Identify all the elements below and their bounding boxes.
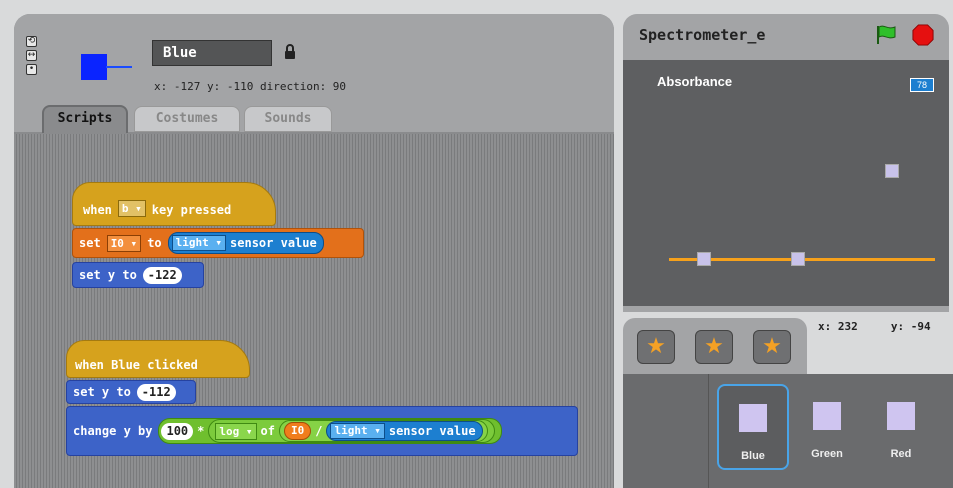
- variable-dropdown[interactable]: I0 ▾: [106, 234, 142, 252]
- multiply-symbol: *: [197, 424, 205, 438]
- lock-icon[interactable]: [284, 44, 296, 60]
- key-dropdown-value: b: [121, 202, 129, 215]
- function-dropdown-value: log: [219, 424, 240, 438]
- sprite-position-readout: x: -127 y: -110 direction: 90: [154, 80, 347, 93]
- divide-operator[interactable]: I0 / light ▾ sensor value: [278, 420, 488, 442]
- hat-key-pressed-label: key pressed: [151, 203, 232, 217]
- function-dropdown[interactable]: log ▾: [215, 422, 257, 440]
- sprite-label-blue: Blue: [741, 450, 765, 462]
- variable-dropdown-value: I0: [110, 236, 124, 250]
- to-label: to: [147, 236, 162, 250]
- new-sprite-toolbar: ★ ★ ★: [623, 318, 807, 374]
- divide-symbol: /: [315, 424, 323, 438]
- change-y-label: change y by: [73, 424, 153, 438]
- sprite-item-blue[interactable]: Blue: [717, 384, 789, 470]
- sensor-dropdown-2[interactable]: light ▾: [330, 423, 385, 439]
- stage-sprite-green[interactable]: [791, 252, 805, 266]
- set-label: set: [79, 236, 101, 250]
- tab-scripts[interactable]: Scripts: [42, 105, 128, 133]
- multiplier-input[interactable]: 100: [161, 422, 194, 440]
- dont-rotate-icon[interactable]: •: [26, 64, 37, 75]
- mouse-x: x: 232: [818, 320, 858, 333]
- sensor-value-label: sensor value: [230, 236, 317, 250]
- paint-new-sprite-icon[interactable]: ★: [637, 330, 675, 364]
- sprite-label-green: Green: [811, 448, 843, 460]
- set-y-value-input[interactable]: -122: [142, 266, 182, 284]
- stage-canvas[interactable]: Absorbance 78: [623, 60, 949, 306]
- sprite-info-header: ⟲ ↔ • Blue x: -127 y: -110 direction: 90…: [14, 14, 614, 133]
- log-function-operator[interactable]: log ▾ of I0 / light ▾ sensor value: [208, 419, 495, 443]
- sensor-value-reporter[interactable]: light ▾ sensor value: [167, 232, 324, 254]
- stage-thumbnail-area[interactable]: [623, 374, 709, 488]
- stop-icon[interactable]: [911, 24, 935, 46]
- sprite-label-red: Red: [890, 448, 912, 460]
- choose-sprite-icon[interactable]: ★: [695, 330, 733, 364]
- stage-sprite-blue[interactable]: [885, 164, 899, 178]
- sprite-editor-panel: ⟲ ↔ • Blue x: -127 y: -110 direction: 90…: [14, 14, 614, 488]
- sprite-direction-indicator[interactable]: [106, 66, 132, 68]
- project-title: Spectrometer_e: [639, 26, 766, 44]
- sprite-item-red[interactable]: Red: [865, 384, 937, 470]
- sprite-thumbnail: [81, 54, 107, 80]
- sprite-thumbnail-green: [813, 402, 841, 430]
- green-flag-icon[interactable]: [875, 24, 899, 46]
- flip-left-right-icon[interactable]: ↔: [26, 50, 37, 61]
- mouse-y: y: -94: [890, 320, 931, 333]
- sensor-dropdown-value: light: [175, 236, 209, 249]
- sprite-thumbnail-blue: [739, 404, 767, 432]
- set-y-label: set y to: [79, 268, 137, 282]
- stage-panel: Spectrometer_e Absorbance 78: [623, 14, 949, 312]
- tab-sounds[interactable]: Sounds: [244, 106, 332, 132]
- i0-variable-reporter[interactable]: I0: [283, 422, 312, 440]
- tab-costumes[interactable]: Costumes: [134, 106, 240, 132]
- set-y-block[interactable]: set y to -122: [72, 262, 204, 288]
- hat-when-clicked-label: when Blue clicked: [75, 358, 198, 372]
- sensor-dropdown-value-2: light: [334, 424, 368, 437]
- hat-when-label: when: [83, 203, 112, 217]
- sprite-name-field[interactable]: Blue: [152, 40, 272, 66]
- scripts-area[interactable]: when b ▾ key pressed set I0 ▾ to light ▾…: [14, 134, 614, 488]
- change-y-block[interactable]: change y by 100 * log ▾ of I0 / light ▾ …: [66, 406, 578, 456]
- sensor-value-label-2: sensor value: [388, 424, 476, 438]
- multiply-operator[interactable]: 100 * log ▾ of I0 / light ▾ sensor value: [158, 418, 502, 444]
- sprite-list: Blue Green Red: [623, 374, 953, 488]
- mouse-position-readout: x: 232 y: -94: [818, 320, 931, 333]
- set-y-value-input-2[interactable]: -112: [136, 383, 176, 401]
- set-variable-block[interactable]: set I0 ▾ to light ▾ sensor value: [72, 228, 364, 258]
- set-y-label-2: set y to: [73, 385, 131, 399]
- when-key-pressed-hat-block[interactable]: when b ▾ key pressed: [72, 182, 276, 226]
- when-sprite-clicked-hat-block[interactable]: when Blue clicked: [66, 340, 250, 378]
- sprite-thumbnail-red: [887, 402, 915, 430]
- stage-sprite-red[interactable]: [697, 252, 711, 266]
- set-y-block-2[interactable]: set y to -112: [66, 380, 196, 404]
- random-sprite-icon[interactable]: ★: [753, 330, 791, 364]
- sensor-dropdown[interactable]: light ▾: [171, 235, 227, 251]
- key-dropdown[interactable]: b ▾: [117, 200, 146, 217]
- variable-readout: 78: [910, 78, 934, 92]
- rotate-all-around-icon[interactable]: ⟲: [26, 36, 37, 47]
- stage-absorbance-label: Absorbance: [657, 74, 733, 89]
- sprite-item-green[interactable]: Green: [791, 384, 863, 470]
- of-label: of: [260, 424, 275, 438]
- sensor-value-reporter-2[interactable]: light ▾ sensor value: [326, 421, 483, 441]
